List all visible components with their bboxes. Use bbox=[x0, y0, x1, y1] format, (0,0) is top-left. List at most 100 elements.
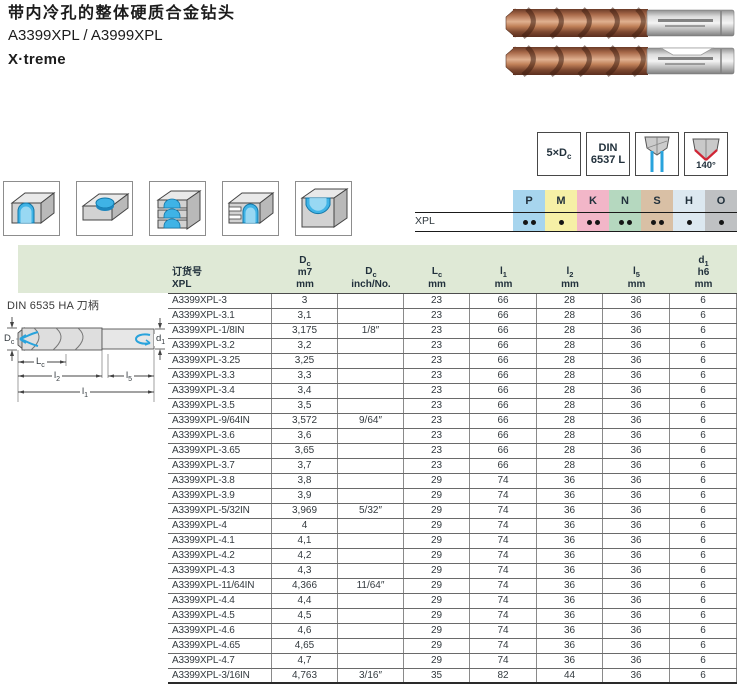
blind-hole-icon bbox=[79, 186, 130, 231]
suitability-dot bbox=[627, 220, 632, 225]
value-cell: 74 bbox=[470, 534, 537, 548]
dim-label-l5: l5 bbox=[124, 371, 134, 383]
suitability-dots bbox=[545, 212, 577, 232]
value-cell: 4 bbox=[272, 519, 338, 533]
hole-type-icons bbox=[3, 181, 352, 236]
value-cell: 6 bbox=[670, 474, 737, 488]
order-number-cell: A3399XPL-4.6 bbox=[168, 624, 272, 638]
order-number-cell: A3399XPL-4.1 bbox=[168, 534, 272, 548]
value-cell bbox=[338, 534, 404, 548]
dim-label-d1: d1 bbox=[154, 334, 167, 346]
order-number-cell: A3399XPL-3.5 bbox=[168, 399, 272, 413]
value-cell: 4,763 bbox=[272, 669, 338, 682]
table-row: A3399XPL-3.53,5236628366 bbox=[168, 399, 737, 414]
through-hole-icon bbox=[6, 186, 57, 231]
value-cell: 36 bbox=[603, 579, 670, 593]
value-cell: 4,366 bbox=[272, 579, 338, 593]
value-cell: 5/32″ bbox=[338, 504, 404, 518]
value-cell: 74 bbox=[470, 549, 537, 563]
point-angle-label: 140° bbox=[696, 161, 716, 171]
header-cell: d1h6mm bbox=[670, 245, 737, 293]
table-row: A3399XPL-4.34,3297436366 bbox=[168, 564, 737, 579]
point-angle-icon bbox=[687, 137, 725, 163]
value-cell: 3 bbox=[272, 294, 338, 308]
value-cell: 6 bbox=[670, 384, 737, 398]
table-row: A3399XPL-4.24,2297436366 bbox=[168, 549, 737, 564]
value-cell: 1/8″ bbox=[338, 324, 404, 338]
material-col-M: M bbox=[545, 190, 577, 232]
dim-label-l2: l2 bbox=[52, 371, 62, 383]
suitability-dots bbox=[641, 212, 673, 232]
order-number-cell: A3399XPL-4.2 bbox=[168, 549, 272, 563]
table-row: A3399XPL-3/16IN4,7633/16″358244366 bbox=[168, 669, 737, 684]
value-cell: 29 bbox=[404, 489, 470, 503]
header-cell: 订货号XPL bbox=[168, 245, 272, 293]
value-cell: 66 bbox=[470, 294, 537, 308]
value-cell: 23 bbox=[404, 429, 470, 443]
header-line: d1 bbox=[698, 255, 708, 268]
value-cell: 4,1 bbox=[272, 534, 338, 548]
value-cell: 28 bbox=[537, 294, 603, 308]
value-cell bbox=[338, 459, 404, 473]
value-cell: 23 bbox=[404, 414, 470, 428]
order-number-cell: A3399XPL-3.4 bbox=[168, 384, 272, 398]
table-row: A3399XPL-3.43,4236628366 bbox=[168, 384, 737, 399]
table-row: A3399XPL-4.44,4297436366 bbox=[168, 594, 737, 609]
value-cell: 3,65 bbox=[272, 444, 338, 458]
page-title: 带内冷孔的整体硬质合金钻头 bbox=[8, 4, 236, 24]
table-row: A3399XPL-3.253,25236628366 bbox=[168, 354, 737, 369]
header-line: 订货号 bbox=[172, 267, 202, 279]
value-cell: 44 bbox=[537, 669, 603, 682]
value-cell: 66 bbox=[470, 414, 537, 428]
table-row: A3399XPL-4.64,6297436366 bbox=[168, 624, 737, 639]
value-cell: 23 bbox=[404, 309, 470, 323]
value-cell: 23 bbox=[404, 459, 470, 473]
value-cell: 3,9 bbox=[272, 489, 338, 503]
brand-name: X·treme bbox=[8, 51, 236, 70]
value-cell: 36 bbox=[537, 534, 603, 548]
value-cell bbox=[338, 444, 404, 458]
value-cell: 74 bbox=[470, 594, 537, 608]
value-cell: 29 bbox=[404, 564, 470, 578]
value-cell: 36 bbox=[537, 504, 603, 518]
value-cell: 66 bbox=[470, 339, 537, 353]
value-cell: 6 bbox=[670, 624, 737, 638]
badge-5xdc: 5×Dc bbox=[537, 132, 581, 176]
value-cell bbox=[338, 474, 404, 488]
value-cell: 36 bbox=[537, 639, 603, 653]
value-cell: 6 bbox=[670, 429, 737, 443]
table-row: A3399XPL-5/32IN3,9695/32″297436366 bbox=[168, 504, 737, 519]
value-cell: 28 bbox=[537, 429, 603, 443]
dim-label-lc: Lc bbox=[34, 357, 47, 369]
value-cell: 36 bbox=[537, 489, 603, 503]
value-cell bbox=[338, 354, 404, 368]
value-cell: 74 bbox=[470, 639, 537, 653]
table-row: A3399XPL-4.54,5297436366 bbox=[168, 609, 737, 624]
value-cell: 6 bbox=[670, 399, 737, 413]
header-line: mm bbox=[428, 279, 446, 291]
value-cell: 28 bbox=[537, 354, 603, 368]
order-number-cell: A3399XPL-11/64IN bbox=[168, 579, 272, 593]
value-cell: 4,5 bbox=[272, 609, 338, 623]
table-row: A3399XPL-3.23,2236628366 bbox=[168, 339, 737, 354]
value-cell: 4,4 bbox=[272, 594, 338, 608]
value-cell: 66 bbox=[470, 354, 537, 368]
value-cell: 28 bbox=[537, 399, 603, 413]
value-cell: 36 bbox=[603, 444, 670, 458]
spec-table: A3399XPL-33236628366A3399XPL-3.13,123662… bbox=[168, 293, 737, 684]
table-row: A3399XPL-3.73,7236628366 bbox=[168, 459, 737, 474]
value-cell: 36 bbox=[603, 549, 670, 563]
value-cell: 66 bbox=[470, 324, 537, 338]
material-columns: PMKNSHO bbox=[513, 190, 737, 232]
value-cell: 6 bbox=[670, 564, 737, 578]
order-number-cell: A3399XPL-4.3 bbox=[168, 564, 272, 578]
value-cell: 6 bbox=[670, 414, 737, 428]
value-cell: 36 bbox=[537, 474, 603, 488]
value-cell: 74 bbox=[470, 504, 537, 518]
value-cell: 6 bbox=[670, 324, 737, 338]
value-cell: 6 bbox=[670, 354, 737, 368]
value-cell bbox=[338, 384, 404, 398]
value-cell: 6 bbox=[670, 519, 737, 533]
value-cell: 29 bbox=[404, 594, 470, 608]
value-cell: 36 bbox=[603, 564, 670, 578]
